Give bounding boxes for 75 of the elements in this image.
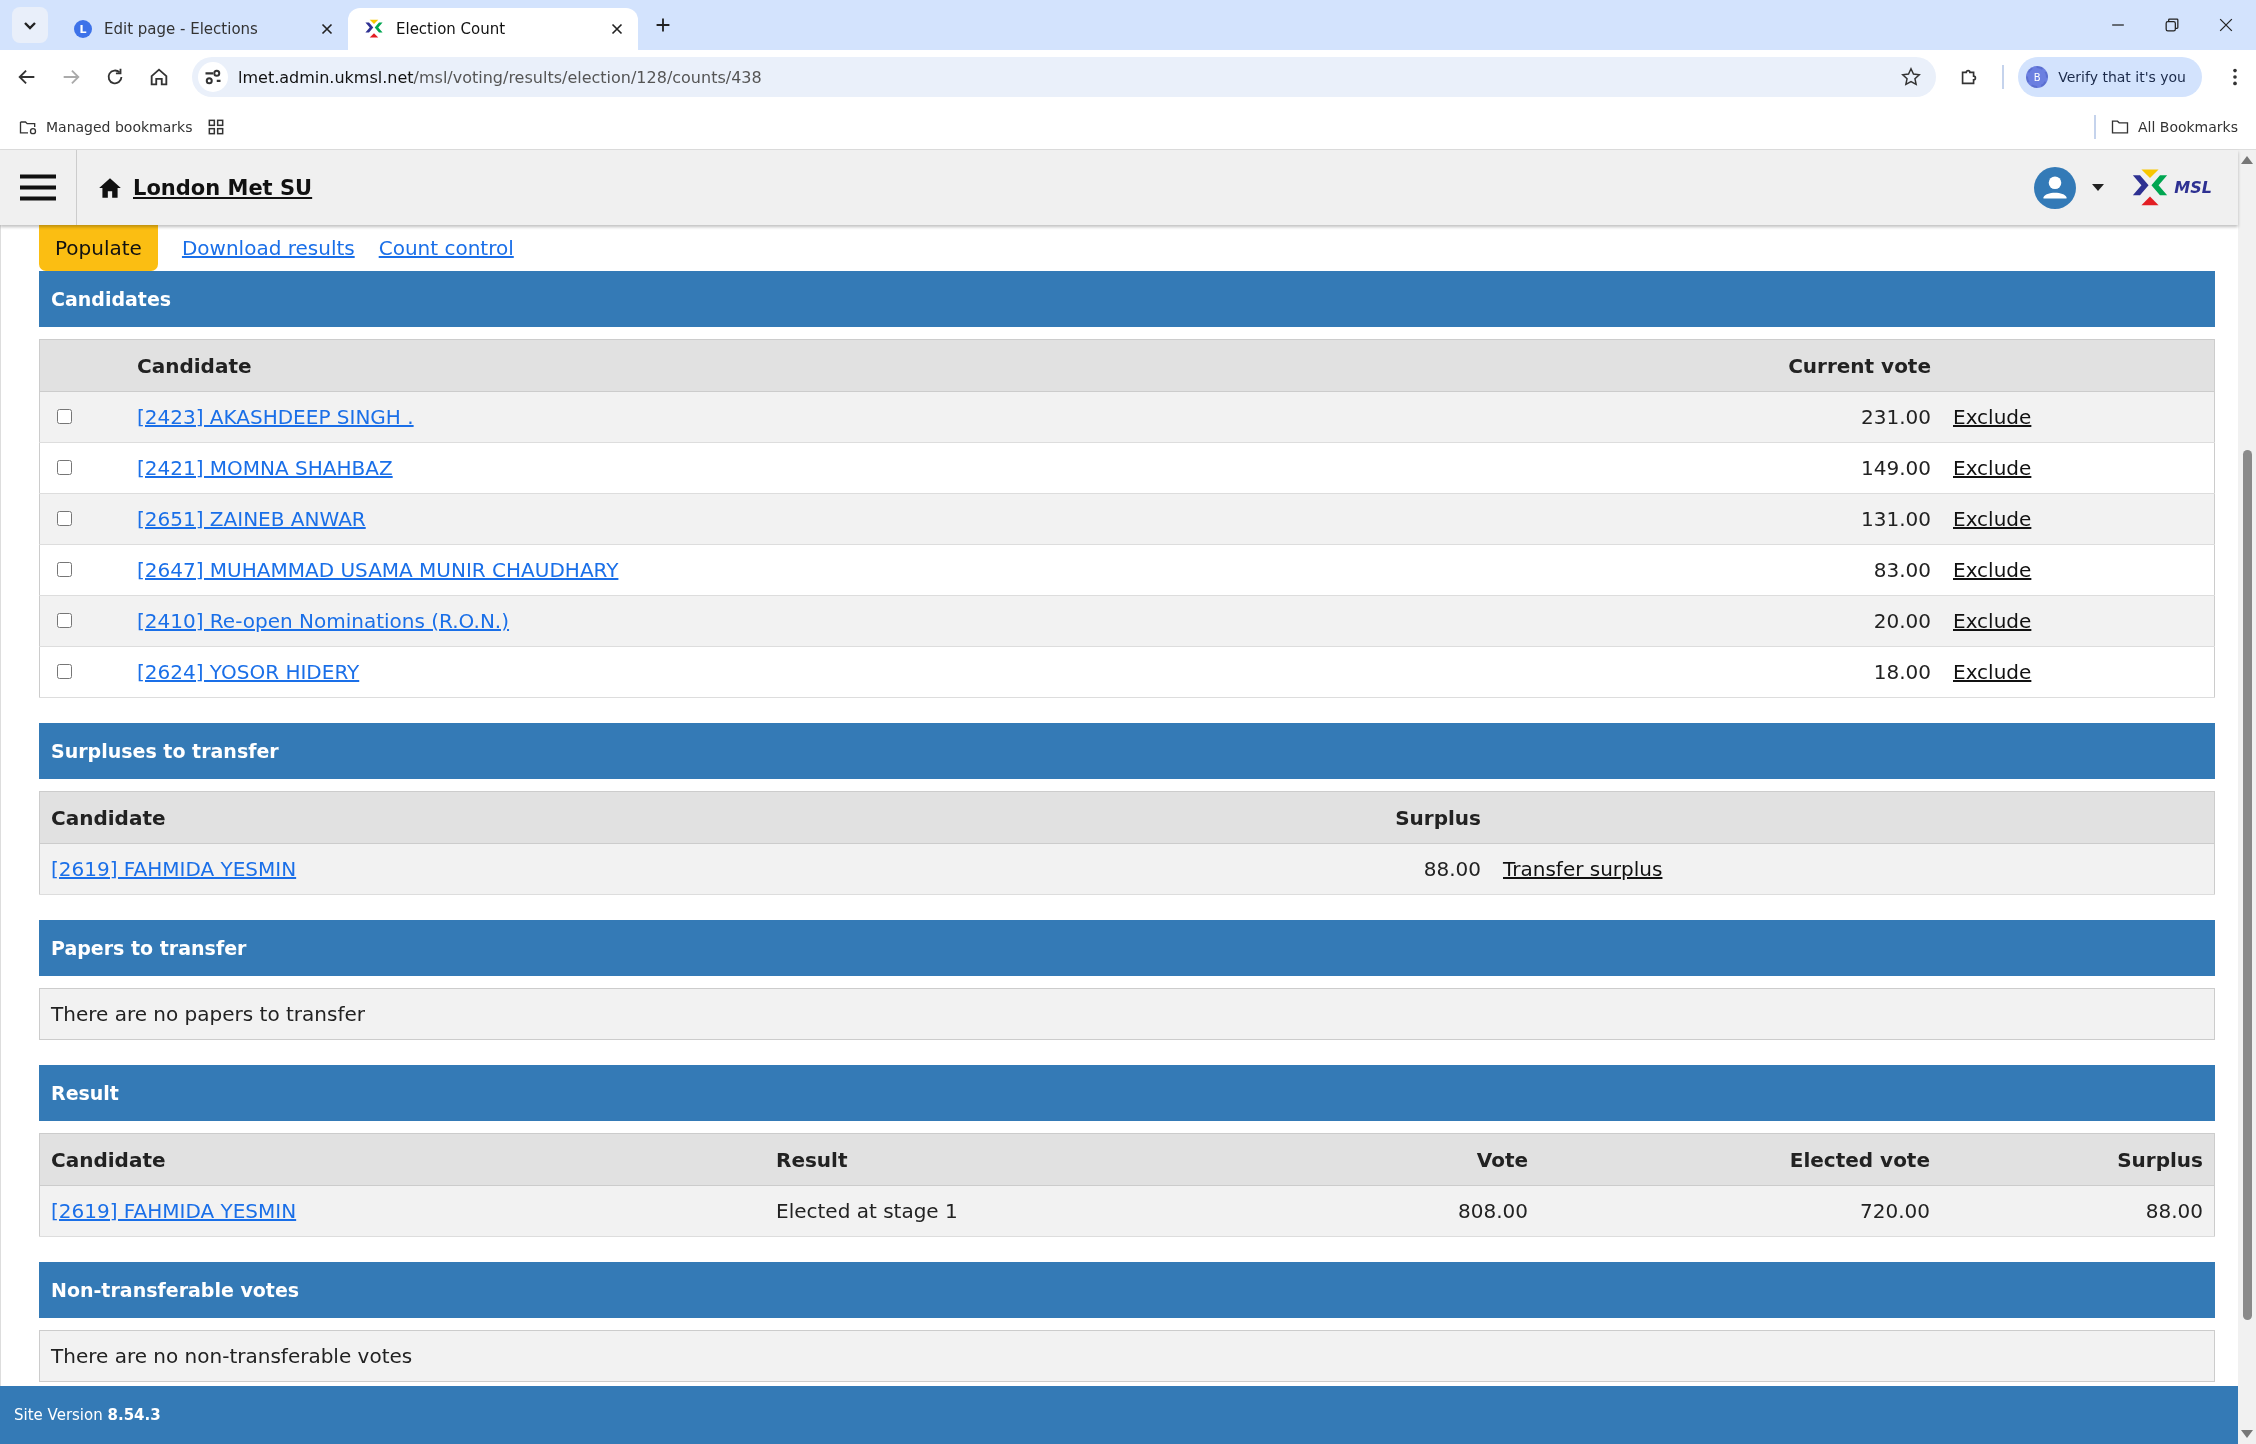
site-version: Site Version 8.54.3	[14, 1406, 161, 1424]
logo-icon	[364, 19, 384, 39]
scrollbar[interactable]	[2238, 150, 2256, 1444]
table-cell: 18.00	[1873, 660, 1931, 684]
section-header: Surpluses to transfer	[39, 723, 2215, 779]
table-cell: 131.00	[1861, 507, 1931, 531]
bookmark-folder[interactable]: Managed bookmarks	[18, 116, 193, 137]
browser-tab[interactable]: L Edit page - Elections	[58, 8, 348, 50]
row-action-link[interactable]: Exclude	[1953, 558, 2032, 582]
favicon-icon: L	[74, 20, 92, 38]
browser-tab[interactable]: Election Count	[348, 8, 638, 50]
column-header: Candidate	[39, 791, 1170, 844]
column-header: Candidate	[126, 339, 1520, 392]
row-action-link[interactable]: Exclude	[1953, 609, 2032, 633]
candidate-link[interactable]: [2647] MUHAMMAD USAMA MUNIR CHAUDHARY	[137, 558, 619, 582]
message-panel: There are no papers to transfer	[39, 988, 2215, 1040]
caret-icon[interactable]	[2092, 183, 2105, 192]
column-header: Elected vote	[1539, 1133, 1941, 1186]
table-cell: Elected at stage 1	[776, 1199, 958, 1223]
action-link[interactable]: Download results	[181, 236, 355, 260]
populate-button[interactable]: Populate	[39, 225, 158, 271]
section-header: Candidates	[39, 271, 2215, 327]
table-cell: 20.00	[1873, 609, 1931, 633]
all-bookmarks-button[interactable]: All Bookmarks	[2109, 116, 2238, 137]
home-icon[interactable]	[148, 66, 170, 88]
row-checkbox[interactable]	[57, 562, 72, 577]
bookmark-label: Managed bookmarks	[46, 118, 193, 135]
column-header: Surplus	[1941, 1133, 2215, 1186]
table-cell: 149.00	[1861, 456, 1931, 480]
section-header: Papers to transfer	[39, 920, 2215, 976]
section-header: Non-transferable votes	[39, 1262, 2215, 1318]
row-action-link[interactable]: Exclude	[1953, 405, 2032, 429]
column-header: Vote	[1237, 1133, 1539, 1186]
table-cell: 808.00	[1458, 1199, 1528, 1223]
bookmark-label: All Bookmarks	[2137, 118, 2238, 135]
row-checkbox[interactable]	[57, 460, 72, 475]
profile-avatar-icon: B	[2026, 66, 2049, 88]
row-action-link[interactable]: Exclude	[1953, 507, 2032, 531]
row-action-link[interactable]: Exclude	[1953, 660, 2032, 684]
address-bar[interactable]: lmet.admin.ukmsl.net/msl/voting/results/election/128/counts/438	[192, 57, 1937, 97]
candidate-link[interactable]: [2619] FAHMIDA YESMIN	[51, 857, 297, 881]
row-action-link[interactable]: Exclude	[1953, 456, 2032, 480]
column-header: Result	[765, 1133, 1237, 1186]
table-cell: 720.00	[1860, 1199, 1930, 1223]
row-checkbox[interactable]	[57, 613, 72, 628]
action-link[interactable]: Count control	[378, 236, 514, 260]
user-avatar-icon[interactable]	[2034, 166, 2077, 209]
row-checkbox[interactable]	[57, 511, 72, 526]
row-checkbox[interactable]	[57, 409, 72, 424]
message-panel: There are no non-transferable votes	[39, 1330, 2215, 1382]
row-checkbox[interactable]	[57, 664, 72, 679]
candidate-link[interactable]: [2651] ZAINEB ANWAR	[137, 507, 366, 531]
star-icon[interactable]	[1900, 66, 1923, 88]
candidate-link[interactable]: [2624] YOSOR HIDERY	[137, 660, 360, 684]
tab-title: Election Count	[396, 20, 507, 38]
candidate-link[interactable]: [2421] MOMNA SHAHBAZ	[137, 456, 393, 480]
section-header: Result	[39, 1065, 2215, 1121]
table-cell: 231.00	[1861, 405, 1931, 429]
tab-title: Edit page - Elections	[104, 20, 259, 38]
table-cell: 88.00	[1423, 857, 1481, 881]
verify-button[interactable]: B Verify that it's you	[2018, 57, 2202, 97]
tab-search-icon[interactable]	[12, 7, 48, 43]
table-cell: 88.00	[2145, 1199, 2203, 1223]
row-action-link[interactable]: Transfer surplus	[1503, 857, 1663, 881]
candidate-link[interactable]: [2410] Re-open Nominations (R.O.N.)	[137, 609, 510, 633]
candidate-link[interactable]: [2423] AKASHDEEP SINGH .	[137, 405, 414, 429]
column-header: Surplus	[1170, 791, 1492, 844]
url-text: lmet.admin.ukmsl.net/msl/voting/results/election/128/counts/438	[238, 67, 763, 87]
column-header: Current vote	[1520, 339, 1942, 392]
msl-logo[interactable]: MSL	[2130, 167, 2212, 208]
site-settings-icon	[198, 62, 228, 92]
column-header: Candidate	[39, 1133, 765, 1186]
table-cell: 83.00	[1873, 558, 1931, 582]
site-title-link[interactable]: London Met SU	[133, 175, 313, 200]
candidate-link[interactable]: [2619] FAHMIDA YESMIN	[51, 1199, 297, 1223]
